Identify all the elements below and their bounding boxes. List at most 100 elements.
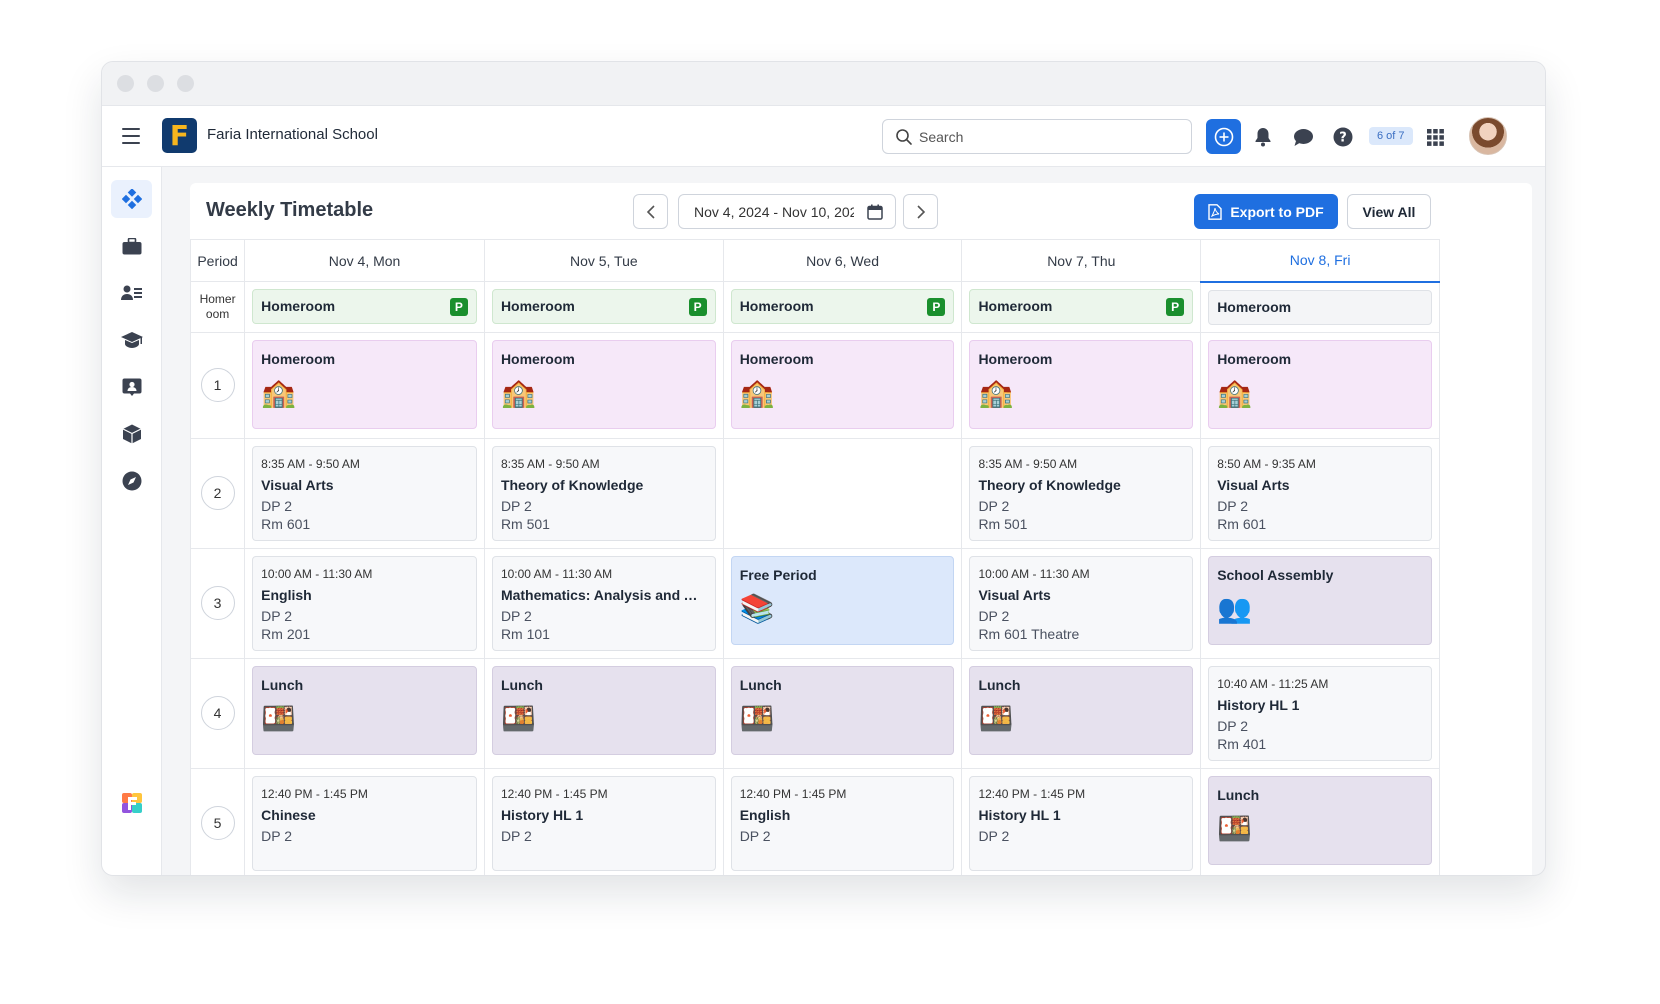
school-logo[interactable]: F xyxy=(162,118,197,153)
menu-icon[interactable] xyxy=(122,128,140,149)
sidebar-item-dashboard[interactable] xyxy=(111,180,152,218)
card-title: Homeroom xyxy=(739,298,814,314)
app-launcher-grid-icon[interactable] xyxy=(1423,125,1447,149)
lunch-card[interactable]: Lunch 🍱 xyxy=(1208,775,1432,865)
class-room: Rm 601 Theatre xyxy=(978,625,1080,642)
assembly-card[interactable]: School Assembly 👥 xyxy=(1208,555,1432,645)
pdf-file-icon xyxy=(1208,203,1223,220)
class-card[interactable]: 8:35 AM - 9:50 AM Theory of Knowledge DP 2… xyxy=(969,445,1194,541)
card-title: Homeroom xyxy=(1217,298,1292,315)
homeroom-session-card[interactable]: Homeroom 🏫 xyxy=(491,339,716,429)
messages-chat-icon[interactable] xyxy=(1291,125,1315,149)
help-progress-badge[interactable]: 6 of 7 xyxy=(1369,127,1413,145)
export-to-pdf-button[interactable]: Export to PDF xyxy=(1194,194,1338,229)
homeroom-card[interactable]: Homeroom xyxy=(1208,289,1432,325)
homeroom-session-card[interactable]: Homeroom 🏫 xyxy=(969,339,1194,429)
class-time: 10:00 AM - 11:30 AM xyxy=(500,566,613,581)
class-grade: DP 2 xyxy=(978,827,1010,844)
sidebar-item-faria-apps[interactable] xyxy=(111,784,152,822)
lunch-card[interactable]: Lunch 🍱 xyxy=(969,665,1194,755)
timetable-panel: Weekly Timetable Nov 4, 2024 - Nov 10, 2… xyxy=(190,183,1532,875)
window-minimize-dot[interactable] xyxy=(147,75,164,92)
period-cell: 2 xyxy=(190,437,246,549)
lunch-card[interactable]: Lunch 🍱 xyxy=(491,665,716,755)
class-grade: DP 2 xyxy=(500,607,532,624)
sidebar-item-id-card[interactable] xyxy=(111,368,152,406)
sidebar-item-briefcase[interactable] xyxy=(111,227,152,265)
free-period-card[interactable]: Free Period 📚 xyxy=(730,555,955,645)
card-title: Homeroom xyxy=(978,350,1053,367)
cube-icon xyxy=(122,424,141,444)
homeroom-card[interactable]: Homeroom P xyxy=(730,289,955,324)
export-label: Export to PDF xyxy=(1230,203,1324,220)
top-navigation-bar: F Faria International School ? 6 of 7 xyxy=(102,106,1545,167)
class-card[interactable]: 10:40 AM - 11:25 AM History HL 1 DP 2 Rm 40… xyxy=(1208,665,1432,761)
class-time: 8:35 AM - 9:50 AM xyxy=(500,456,600,471)
sidebar-item-academics[interactable] xyxy=(111,321,152,359)
chevron-right-icon xyxy=(916,204,925,219)
assembly-icon: 👥 xyxy=(1217,591,1253,625)
period-row-1: 1 Homeroom 🏫 Homeroom 🏫 Homeroom 🏫 Homeroom… xyxy=(190,331,1440,439)
homeroom-session-card[interactable]: Homeroom 🏫 xyxy=(730,339,955,429)
timetable-header-row: Period Nov 4, Mon Nov 5, Tue Nov 6, Wed … xyxy=(190,239,1440,283)
lunch-card[interactable]: Lunch 🍱 xyxy=(730,665,955,755)
class-card[interactable]: 12:40 PM - 1:45 PM History HL 1 DP 2 xyxy=(969,775,1194,871)
class-card[interactable]: 8:35 AM - 9:50 AM Visual Arts DP 2 Rm 601 xyxy=(252,445,477,541)
class-grade: DP 2 xyxy=(261,607,293,624)
search-box[interactable] xyxy=(882,119,1192,154)
class-grade: DP 2 xyxy=(500,497,532,514)
dashboard-icon xyxy=(121,189,142,209)
class-time: 10:40 AM - 11:25 AM xyxy=(1217,676,1329,691)
homeroom-card[interactable]: Homeroom P xyxy=(491,289,716,324)
class-title: Chinese xyxy=(261,806,316,823)
next-week-button[interactable] xyxy=(903,194,938,229)
search-input[interactable] xyxy=(919,126,1179,148)
card-title: Homeroom xyxy=(261,298,336,314)
svg-text:?: ? xyxy=(1339,131,1347,146)
class-card[interactable]: 12:40 PM - 1:45 PM English DP 2 xyxy=(730,775,955,871)
period-cell: 5 xyxy=(190,767,246,875)
calendar-icon xyxy=(867,204,883,220)
class-card[interactable]: 10:00 AM - 11:30 AM Mathematics: Analysis… xyxy=(491,555,716,651)
view-all-button[interactable]: View All xyxy=(1347,194,1431,229)
period-number: 5 xyxy=(200,806,235,840)
homeroom-session-card[interactable]: Homeroom 🏫 xyxy=(1208,339,1432,429)
add-button[interactable] xyxy=(1206,119,1241,154)
class-time: 8:35 AM - 9:50 AM xyxy=(261,456,360,471)
user-avatar[interactable] xyxy=(1469,117,1507,155)
faria-apps-icon xyxy=(121,793,142,813)
window-maximize-dot[interactable] xyxy=(177,75,194,92)
class-room: Rm 601 xyxy=(261,515,311,532)
day-header-fri-today[interactable]: Nov 8, Fri xyxy=(1200,239,1440,283)
homeroom-period-label: Homer oom xyxy=(190,281,246,333)
period-row-2: 2 8:35 AM - 9:50 AM Visual Arts DP 2 Rm 601… xyxy=(190,437,1440,549)
notifications-bell-icon[interactable] xyxy=(1251,125,1275,149)
class-card[interactable]: 10:00 AM - 11:30 AM English DP 2 Rm 201 xyxy=(252,555,477,651)
class-card[interactable]: 12:40 PM - 1:45 PM History HL 1 DP 2 xyxy=(491,775,716,871)
date-range-picker[interactable]: Nov 4, 2024 - Nov 10, 2024 xyxy=(678,194,896,229)
card-title: Homeroom xyxy=(739,350,814,367)
class-card[interactable]: 10:00 AM - 11:30 AM Visual Arts DP 2 Rm 601… xyxy=(969,555,1194,651)
present-badge: P xyxy=(1166,298,1185,316)
card-title: Homeroom xyxy=(500,298,575,314)
class-card[interactable]: 8:35 AM - 9:50 AM Theory of Knowledge DP 2… xyxy=(491,445,716,541)
class-card[interactable]: 12:40 PM - 1:45 PM Chinese DP 2 xyxy=(252,775,477,871)
homeroom-card[interactable]: Homeroom P xyxy=(252,289,477,324)
card-title: Lunch xyxy=(1217,786,1260,803)
lunch-card[interactable]: Lunch 🍱 xyxy=(252,665,477,755)
previous-week-button[interactable] xyxy=(633,194,668,229)
homeroom-card[interactable]: Homeroom P xyxy=(969,289,1194,324)
help-question-icon[interactable]: ? xyxy=(1331,125,1355,149)
period-cell: 3 xyxy=(190,547,246,659)
day-header-wed: Nov 6, Wed xyxy=(722,239,963,282)
school-building-icon: 🏫 xyxy=(500,375,536,409)
sidebar-item-resources[interactable] xyxy=(111,415,152,453)
class-card[interactable]: 8:50 AM - 9:35 AM Visual Arts DP 2 Rm 601 xyxy=(1208,445,1432,541)
class-title: Theory of Knowledge xyxy=(978,476,1121,493)
homeroom-session-card[interactable]: Homeroom 🏫 xyxy=(252,339,477,429)
window-close-dot[interactable] xyxy=(117,75,134,92)
sidebar-item-explore[interactable] xyxy=(111,462,152,500)
sidebar-item-contacts[interactable] xyxy=(111,274,152,312)
day-header-mon: Nov 4, Mon xyxy=(244,239,485,282)
plus-circle-icon xyxy=(1214,127,1233,146)
